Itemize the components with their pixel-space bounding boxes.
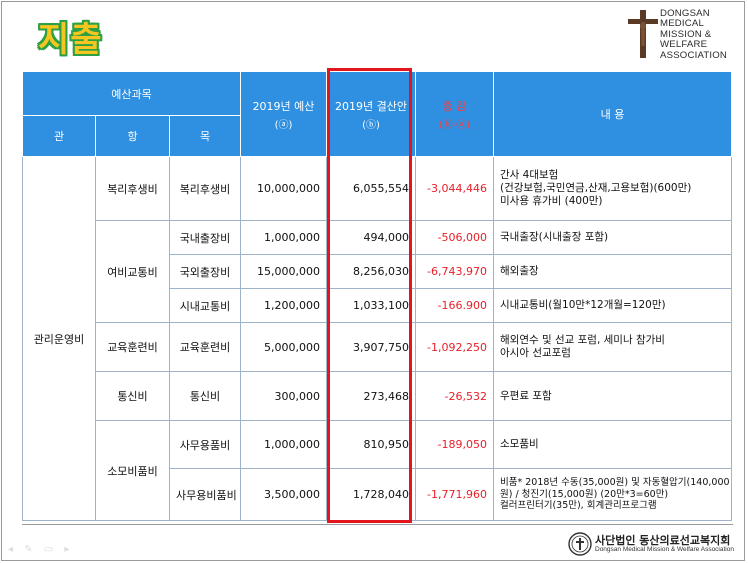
logo-text: DONGSAN MEDICAL MISSION & WELFARE ASSOCI… [660, 8, 740, 61]
cell-mok: 복리후생비 [169, 156, 241, 221]
logo-line: ASSOCIATION [660, 49, 728, 61]
cell-budget: 15,000,000 [240, 254, 327, 289]
cell-settlement: 3,907,750 [326, 322, 416, 372]
cell-diff: -166.900 [415, 288, 494, 323]
cell-mok: 시내교통비 [169, 288, 241, 323]
header-settlement-2019: 2019년 결산안 (ⓑ) [326, 71, 416, 157]
cell-settlement: 8,256,030 [326, 254, 416, 289]
content-line: 컬러프린터기(35만), 회계관리프로그램 [500, 500, 657, 512]
table-row: 여비교통비 국내출장비 1,000,000 494,000 -506,000 국… [23, 220, 732, 323]
header-settlement-2019-label: 2019년 결산안 [335, 99, 407, 113]
header-budget-2019-sub: (ⓐ) [274, 119, 293, 131]
footer-divider [22, 524, 733, 525]
cell-content: 해외출장 [493, 254, 732, 289]
content-line: 비품* 2018년 수동(35,000원) 및 자동혈압기(140,000 [500, 477, 730, 489]
cell-budget: 300,000 [240, 371, 327, 421]
header-content: 내 용 [493, 71, 732, 157]
cell-mok: 국외출장비 [169, 254, 241, 289]
cell-mok: 사무용비품비 [169, 468, 241, 521]
cell-hang: 통신비 [95, 371, 170, 421]
cell-hang: 여비교통비 [95, 220, 170, 323]
cell-settlement: 1,033,100 [326, 288, 416, 323]
cell-diff: -189,050 [415, 420, 494, 469]
content-line: 미사용 휴가비 (400만) [500, 195, 603, 207]
cell-content: 소모품비 [493, 420, 732, 469]
table-row: 관리운영비 복리후생비 복리후생비 10,000,000 6,055,554 -… [22, 156, 732, 521]
cell-mok: 교육훈련비 [169, 322, 241, 372]
cell-budget: 3,500,000 [240, 468, 327, 521]
cell-mok: 사무용품비 [169, 420, 241, 469]
page-title: 지출 [38, 20, 103, 60]
cell-diff: -3,044,446 [415, 156, 494, 221]
cell-budget: 1,000,000 [240, 220, 327, 255]
header-budget-subject: 예산과목 [22, 71, 241, 116]
content-line: 소모품비 [500, 438, 539, 450]
cell-settlement: 494,000 [326, 220, 416, 255]
cell-diff: -6,743,970 [415, 254, 494, 289]
slide-tools-icon[interactable]: ◂ ✎ ▭ ▸ [8, 544, 73, 555]
header-budget-2019-label: 2019년 예산 [252, 99, 315, 113]
cell-budget: 5,000,000 [240, 322, 327, 372]
cell-gwan: 관리운영비 [22, 156, 96, 521]
cell-diff: -1,092,250 [415, 322, 494, 372]
table-row: 교육훈련비 교육훈련비 5,000,000 3,907,750 -1,092,2… [23, 322, 732, 372]
cell-settlement: 1,728,040 [326, 468, 416, 521]
cross-icon [628, 10, 658, 58]
cell-mok: 통신비 [169, 371, 241, 421]
content-line: 해외출장 [500, 265, 539, 277]
cell-budget: 1,000,000 [240, 420, 327, 469]
header-diff-sub: (ⓑ-ⓐ) [438, 119, 471, 131]
cell-settlement: 6,055,554 [326, 156, 416, 221]
header-hang: 항 [95, 115, 170, 157]
cell-content: 시내교통비(월10만*12개월=120만) [493, 288, 732, 323]
header-mok: 목 [169, 115, 241, 157]
content-line: 시내교통비(월10만*12개월=120만) [500, 299, 666, 311]
cell-diff: -1,771,960 [415, 468, 494, 521]
cell-diff: -506,000 [415, 220, 494, 255]
cell-diff: -26,532 [415, 371, 494, 421]
cell-settlement: 810,950 [326, 420, 416, 469]
header-settlement-2019-sub: (ⓑ) [362, 119, 380, 131]
cell-content: 비품* 2018년 수동(35,000원) 및 자동혈압기(140,000 원)… [493, 468, 732, 521]
header-diff-label: 증 감 [442, 99, 467, 113]
content-line: 국내출장(시내출장 포함) [500, 231, 609, 243]
footer-org-english: Dongsan Medical Mission & Welfare Associ… [595, 546, 734, 553]
cell-content: 해외연수 및 선교 포럼, 세미나 참가비 아시아 선교포럼 [493, 322, 732, 372]
association-logo: DONGSAN MEDICAL MISSION & WELFARE ASSOCI… [624, 8, 736, 61]
table-row: 통신비 통신비 300,000 273,468 -26,532 우편료 포함 [23, 371, 732, 421]
content-line: 간사 4대보험 [500, 169, 559, 181]
cell-budget: 1,200,000 [240, 288, 327, 323]
content-line: (건강보험,국민연금,산재,고용보험)(600만) [500, 182, 692, 194]
cell-budget: 10,000,000 [240, 156, 327, 221]
header-budget-2019: 2019년 예산 (ⓐ) [240, 71, 327, 157]
header-diff: 증 감 (ⓑ-ⓐ) [415, 71, 494, 157]
cell-hang: 교육훈련비 [95, 322, 170, 372]
expenditure-table: 예산과목 2019년 예산 (ⓐ) 2019년 결산안 (ⓑ) 증 감 (ⓑ-ⓐ… [22, 71, 732, 521]
cell-hang: 소모비품비 [95, 420, 170, 521]
seal-icon [568, 532, 592, 556]
cell-content: 국내출장(시내출장 포함) [493, 220, 732, 255]
table-row: 소모비품비 사무용품비 1,000,000 810,950 -189,050 소… [23, 420, 732, 521]
content-line: 우편료 포함 [500, 389, 552, 402]
header-gwan: 관 [22, 115, 96, 157]
cell-mok: 국내출장비 [169, 220, 241, 255]
cell-content: 우편료 포함 [493, 371, 732, 421]
content-line: 해외연수 및 선교 포럼, 세미나 참가비 [500, 334, 665, 346]
cell-content: 간사 4대보험 (건강보험,국민연금,산재,고용보험)(600만) 미사용 휴가… [493, 156, 732, 221]
content-line: 아시아 선교포럼 [500, 347, 571, 359]
cell-hang: 복리후생비 [95, 156, 170, 221]
footer-brand: 사단법인 동산의료선교복지회 Dongsan Medical Mission &… [568, 532, 736, 558]
cell-settlement: 273,468 [326, 371, 416, 421]
content-line: 원) / 청진기(15,000원) (20만*3=60만) [500, 488, 669, 500]
